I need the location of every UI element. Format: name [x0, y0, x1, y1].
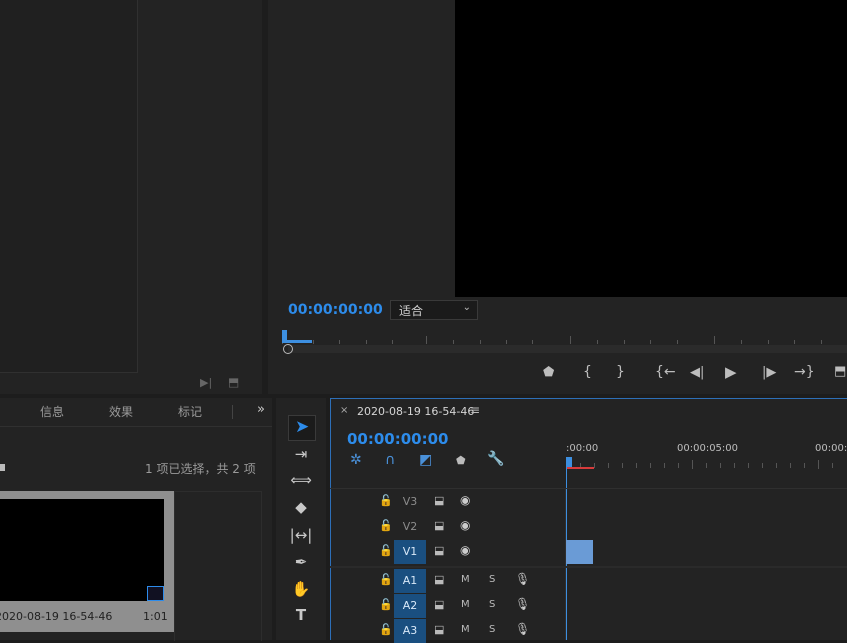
razor-tool-icon[interactable]: ◆ [289, 496, 313, 518]
eye-icon[interactable]: ◉ [460, 493, 470, 507]
track-v1: 🔓 V1 ⬓ ◉ [330, 540, 847, 564]
work-area-bar[interactable] [566, 467, 594, 469]
track-a3: 🔓 A3 ⬓ M S 🎙 [330, 619, 847, 643]
lock-icon[interactable]: 🔓 [379, 598, 393, 611]
program-playhead[interactable] [282, 330, 312, 344]
panel-menu-icon[interactable]: ≡ [470, 403, 480, 417]
play-icon[interactable]: ▶ [725, 363, 737, 381]
chevron-down-icon: ⌄ [462, 302, 471, 313]
project-item-duration: 1:01 [143, 610, 168, 623]
close-icon[interactable]: × [340, 405, 348, 416]
linked-selection-icon[interactable]: ◩ [419, 452, 432, 468]
lock-icon[interactable]: 🔓 [379, 544, 393, 557]
thumbnail-preview [0, 499, 164, 601]
track-a2: 🔓 A2 ⬓ M S 🎙 [330, 594, 847, 618]
timeline-timecode[interactable]: 00:00:00:00 [347, 430, 449, 448]
track-divider [330, 488, 847, 489]
mark-out-icon[interactable]: } [616, 364, 625, 380]
sync-lock-icon[interactable]: ⬓ [434, 544, 444, 557]
project-item-empty-slot [174, 491, 262, 641]
slip-tool-icon[interactable]: |↔| [289, 524, 313, 546]
sync-lock-icon[interactable]: ⬓ [434, 494, 444, 507]
wrench-icon[interactable]: 🔧 [487, 451, 504, 467]
lock-icon[interactable]: 🔓 [379, 519, 393, 532]
track-a1: 🔓 A1 ⬓ M S 🎙 [330, 569, 847, 593]
lock-icon[interactable]: 🔓 [379, 623, 393, 636]
mute-button[interactable]: M [461, 574, 470, 585]
track-select-tool-icon[interactable]: ⇥ [289, 443, 313, 465]
solo-button[interactable]: S [489, 624, 495, 635]
add-marker-icon[interactable]: ⬟ [543, 365, 554, 380]
track-v3: 🔓 V3 ⬓ ◉ [330, 490, 847, 514]
fit-dropdown-label: 适合 [399, 304, 424, 318]
tab-divider [232, 405, 233, 419]
ruler-label: 00:00:1 [815, 443, 847, 454]
go-to-in-icon[interactable]: {← [655, 364, 676, 380]
hand-tool-icon[interactable]: ✋ [289, 578, 313, 600]
insert-icon[interactable]: ▶| [200, 376, 212, 389]
program-ruler[interactable] [282, 328, 847, 344]
track-label-a3[interactable]: A3 [394, 619, 426, 643]
program-timecode[interactable]: 00:00:00:00 [288, 302, 383, 318]
nest-toggle-icon[interactable]: ✲ [350, 452, 362, 468]
sequence-tab-title[interactable]: 2020-08-19 16-54-46 [357, 405, 474, 418]
sync-lock-icon[interactable]: ⬓ [434, 623, 444, 636]
ripple-edit-tool-icon[interactable]: ⟺ [289, 469, 313, 491]
zoom-scrollbar[interactable] [288, 345, 847, 353]
mute-button[interactable]: M [461, 624, 470, 635]
eye-icon[interactable]: ◉ [460, 543, 470, 557]
selection-tool[interactable]: ➤ [288, 415, 316, 441]
track-label-v3[interactable]: V3 [394, 490, 426, 514]
track-label-a2[interactable]: A2 [394, 594, 426, 618]
lock-icon[interactable]: 🔓 [379, 573, 393, 586]
microphone-icon[interactable]: 🎙 [515, 597, 530, 611]
video-audio-divider [330, 566, 847, 568]
pen-tool-icon[interactable]: ✒ [289, 551, 313, 573]
microphone-icon[interactable]: 🎙 [515, 622, 530, 636]
export-frame-icon[interactable]: ⬒ [228, 375, 239, 389]
type-tool-icon[interactable]: T [289, 604, 313, 626]
tab-info[interactable]: 信息 [40, 403, 64, 420]
list-view-icon[interactable] [0, 464, 5, 471]
program-video-frame [455, 0, 847, 297]
mute-button[interactable]: M [461, 599, 470, 610]
sync-lock-icon[interactable]: ⬓ [434, 573, 444, 586]
go-to-out-icon[interactable]: →} [794, 364, 815, 380]
sequence-badge-icon [147, 586, 164, 601]
sync-lock-icon[interactable]: ⬓ [434, 598, 444, 611]
selection-arrow-icon: ➤ [295, 417, 310, 437]
microphone-icon[interactable]: 🎙 [515, 572, 530, 586]
video-clip[interactable] [566, 540, 593, 564]
mark-in-icon[interactable]: { [583, 364, 592, 380]
eye-icon[interactable]: ◉ [460, 518, 470, 532]
lift-icon[interactable]: ⬒ [834, 364, 846, 379]
fit-dropdown[interactable]: 适合 ⌄ [390, 300, 478, 320]
track-label-v2[interactable]: V2 [394, 515, 426, 539]
track-label-a1[interactable]: A1 [394, 569, 426, 593]
sync-lock-icon[interactable]: ⬓ [434, 519, 444, 532]
source-panel-inner [0, 0, 138, 373]
zoom-handle[interactable] [283, 344, 293, 354]
overflow-chevron-icon[interactable]: » [257, 402, 265, 417]
step-forward-icon[interactable]: |▶ [762, 365, 776, 380]
tab-markers[interactable]: 标记 [178, 403, 202, 420]
step-back-icon[interactable]: ◀| [690, 365, 704, 380]
time-ruler[interactable]: :00:00 00:00:05:00 00:00:1 [566, 440, 847, 472]
solo-button[interactable]: S [489, 574, 495, 585]
ruler-label: 00:00:05:00 [677, 443, 739, 454]
add-marker-icon[interactable]: ⬟ [456, 454, 466, 467]
lock-icon[interactable]: 🔓 [379, 494, 393, 507]
selection-status: 1 项已选择，共 2 项 [145, 462, 256, 476]
solo-button[interactable]: S [489, 599, 495, 610]
project-item-name: 2020-08-19 16-54-46 [0, 610, 113, 623]
track-v2: 🔓 V2 ⬓ ◉ [330, 515, 847, 539]
ruler-label: :00:00 [566, 443, 599, 454]
snap-icon[interactable]: ∩ [385, 452, 395, 468]
tab-effects[interactable]: 效果 [109, 403, 133, 420]
track-label-v1[interactable]: V1 [394, 540, 426, 564]
